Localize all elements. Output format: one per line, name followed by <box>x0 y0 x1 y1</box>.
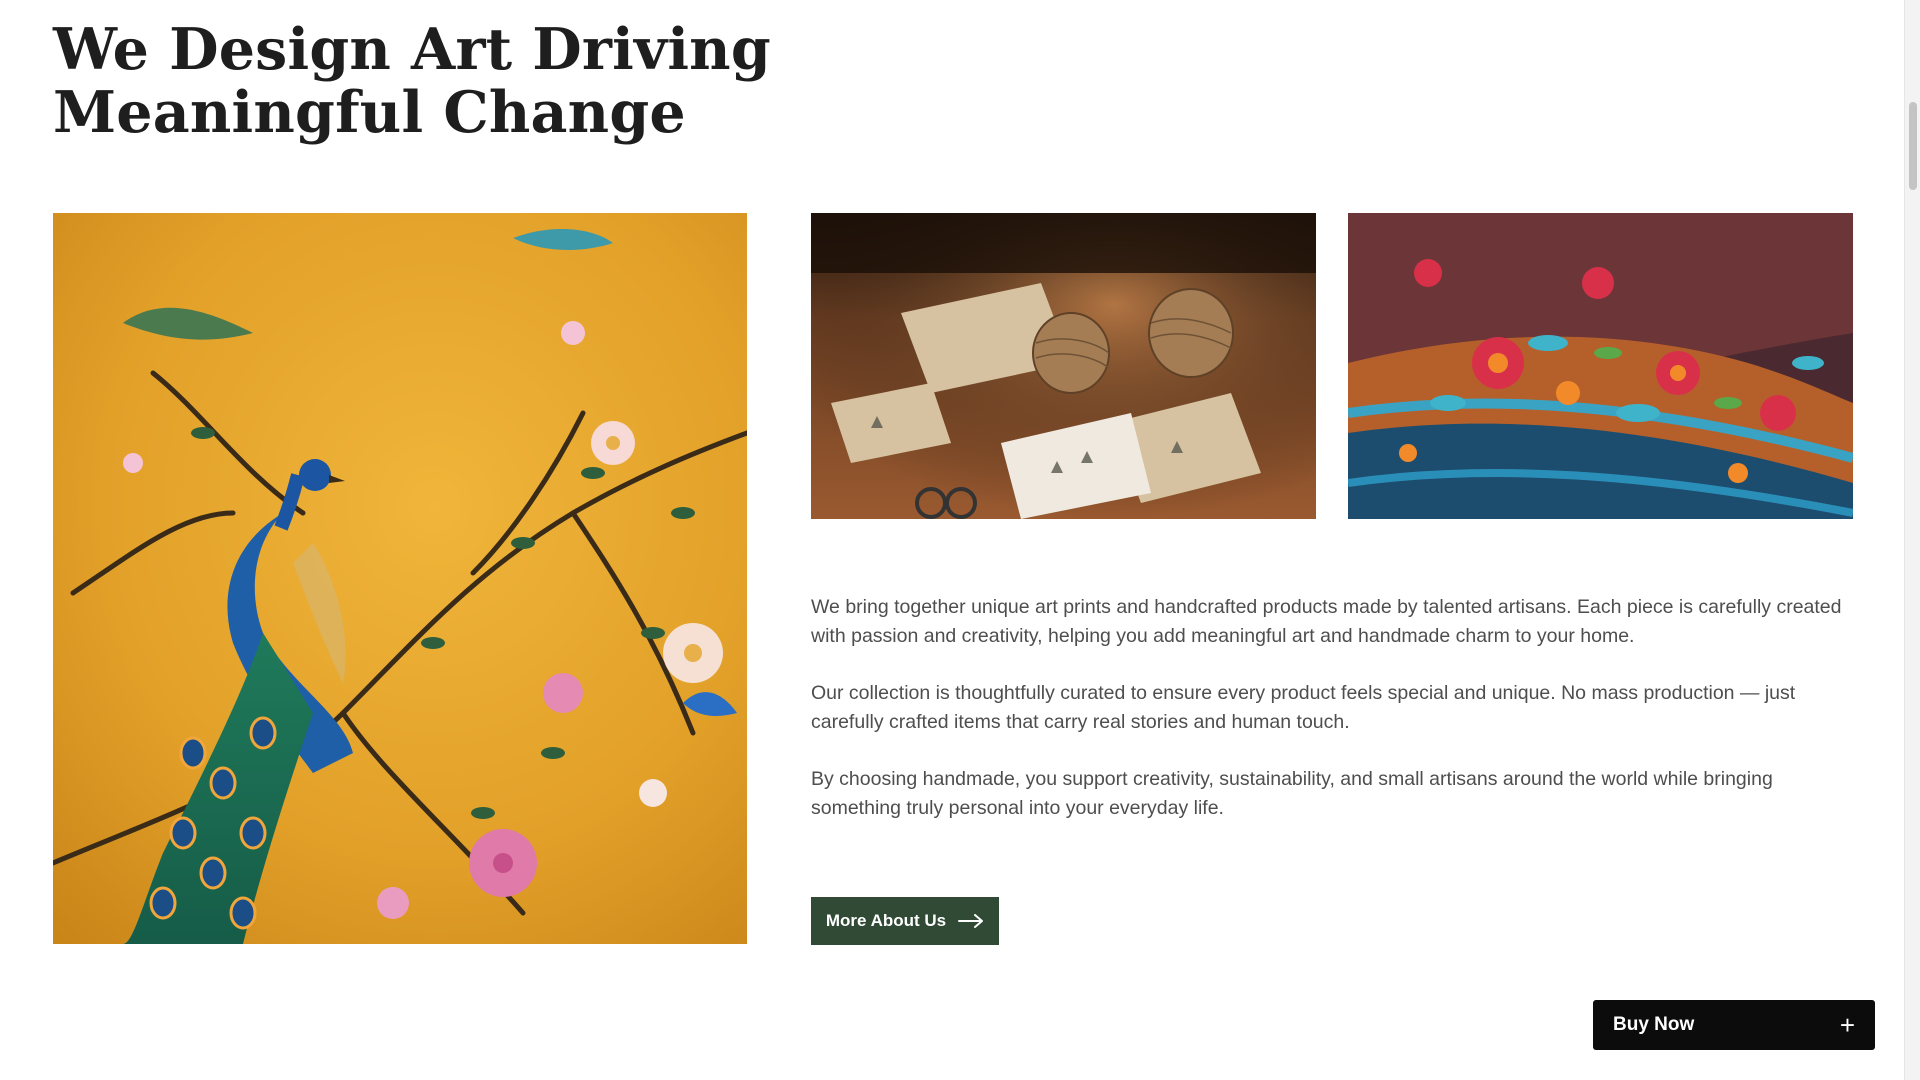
page-scrollbar[interactable] <box>1904 0 1920 1080</box>
buy-now-label: Buy Now <box>1613 1014 1695 1035</box>
title-line-2: Meaningful Change <box>53 79 686 146</box>
about-paragraph-3: By choosing handmade, you support creati… <box>811 768 1773 819</box>
scrollbar-thumb[interactable] <box>1909 102 1917 190</box>
about-paragraph-1: We bring together unique art prints and … <box>811 596 1842 647</box>
title-line-1: We Design Art Driving <box>53 16 771 83</box>
about-text: We bring together unique art prints and … <box>811 593 1861 851</box>
more-about-us-button[interactable]: More About Us <box>811 897 999 945</box>
more-about-us-label: More About Us <box>825 911 947 930</box>
buy-now-button[interactable]: Buy Now + <box>1593 1000 1875 1050</box>
section-title: We Design Art Driving Meaningful Change <box>53 18 771 144</box>
embroidery-fabric-image <box>1348 213 1853 519</box>
arrow-right-icon <box>958 914 984 928</box>
about-paragraph-2: Our collection is thoughtfully curated t… <box>811 682 1796 733</box>
peacock-painting-image <box>53 213 747 944</box>
plus-icon: + <box>1839 1010 1855 1040</box>
craft-supplies-image <box>811 213 1316 519</box>
